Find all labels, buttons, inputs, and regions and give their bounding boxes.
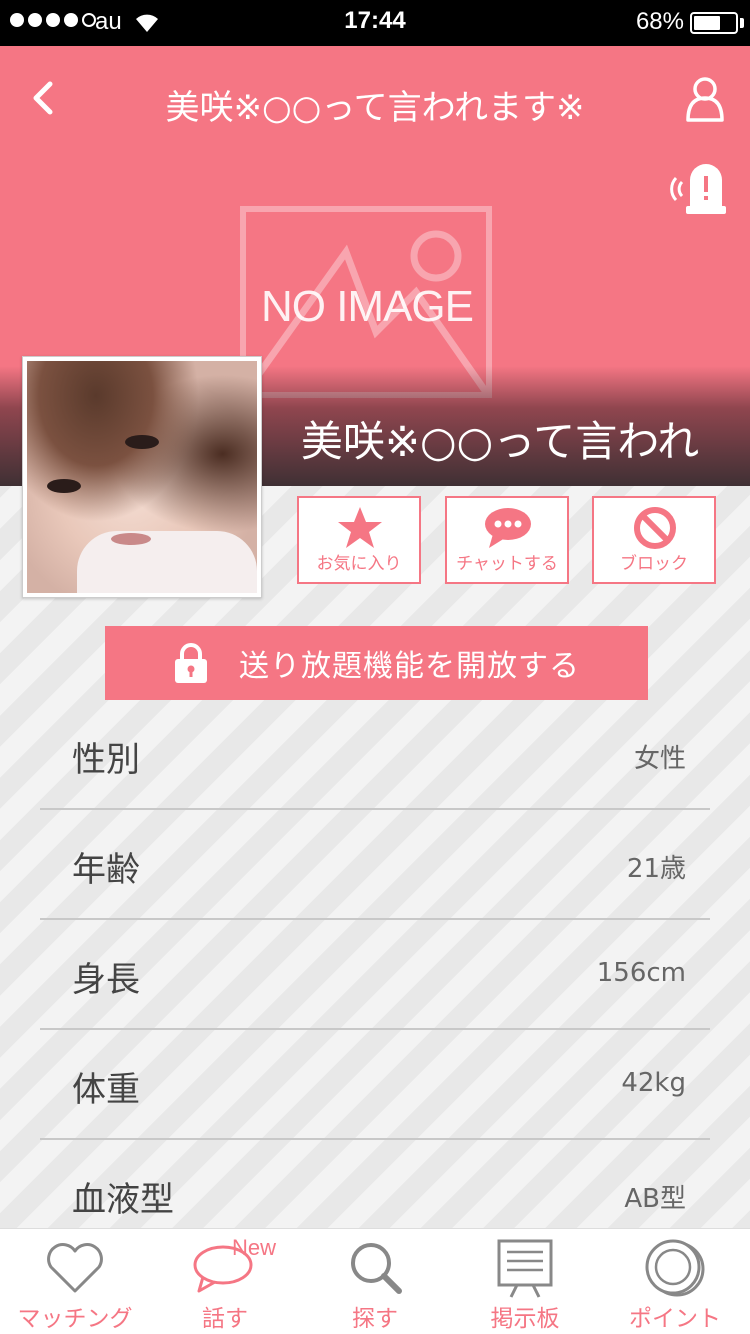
user-profile-icon[interactable]: [680, 74, 730, 124]
star-icon: [338, 507, 382, 548]
page-title: 美咲※○○って言われます※: [165, 88, 585, 128]
battery-tip: [740, 18, 744, 28]
favorite-label: お気に入り: [316, 554, 402, 574]
profile-details: 性別 女性 年齢 21歳 身長 156cm 体重 42kg 血液型 AB型: [40, 700, 710, 1250]
profile-row-age: 年齢 21歳: [40, 810, 710, 920]
block-icon: [634, 507, 676, 549]
lock-icon: [175, 643, 207, 683]
new-badge: New: [232, 1235, 277, 1260]
profile-row-gender: 性別 女性: [40, 700, 710, 810]
chat-bubble-icon: [485, 508, 531, 548]
profile-row-weight: 体重 42kg: [40, 1030, 710, 1140]
chat-button[interactable]: チャットする: [445, 496, 569, 584]
battery-icon: [690, 12, 738, 34]
no-image-label: NO IMAGE: [260, 282, 474, 331]
status-bar: au 17:44 68%: [0, 0, 750, 46]
tab-label: ポイント: [629, 1306, 721, 1332]
tab-bar: マッチング New 話す 探す 掲示板 ポイント: [0, 1228, 750, 1334]
tab-matching[interactable]: マッチング: [0, 1229, 150, 1334]
unlock-label: 送り放題機能を開放する: [239, 649, 580, 684]
profile-row-height: 身長 156cm: [40, 920, 710, 1030]
row-value: AB型: [624, 1184, 686, 1214]
search-icon: [351, 1243, 402, 1294]
favorite-button[interactable]: お気に入り: [297, 496, 421, 584]
row-value: 21歳: [626, 854, 686, 884]
chat-label: チャットする: [456, 554, 558, 574]
back-icon[interactable]: [20, 74, 68, 122]
user-name-overlay: 美咲※○○って言われ: [300, 417, 700, 466]
coin-icon: [645, 1239, 705, 1297]
heart-icon: [47, 1243, 103, 1293]
unlock-unlimited-button[interactable]: 送り放題機能を開放する: [105, 626, 648, 700]
row-value: 156cm: [596, 958, 686, 988]
tab-label: マッチング: [17, 1306, 133, 1332]
tab-board[interactable]: 掲示板: [450, 1229, 600, 1334]
tab-talk[interactable]: New 話す: [150, 1229, 300, 1334]
tab-points[interactable]: ポイント: [600, 1229, 750, 1334]
block-label: ブロック: [620, 554, 688, 574]
row-label: 体重: [72, 1070, 140, 1110]
row-value: 女性: [633, 744, 686, 774]
report-alarm-icon[interactable]: [668, 158, 732, 216]
row-label: 血液型: [72, 1180, 174, 1220]
avatar-photo: [27, 361, 257, 593]
battery-percent: 68%: [635, 8, 684, 35]
row-value: 42kg: [621, 1068, 686, 1098]
tab-search[interactable]: 探す: [300, 1229, 450, 1334]
block-button[interactable]: ブロック: [592, 496, 716, 584]
tab-label: 掲示板: [490, 1306, 560, 1332]
avatar[interactable]: [22, 356, 262, 598]
row-label: 身長: [72, 960, 140, 1000]
row-label: 性別: [72, 740, 140, 780]
tab-label: 探す: [352, 1306, 398, 1332]
tab-label: 話す: [202, 1306, 248, 1332]
board-icon: [497, 1239, 553, 1298]
row-label: 年齢: [72, 850, 140, 890]
